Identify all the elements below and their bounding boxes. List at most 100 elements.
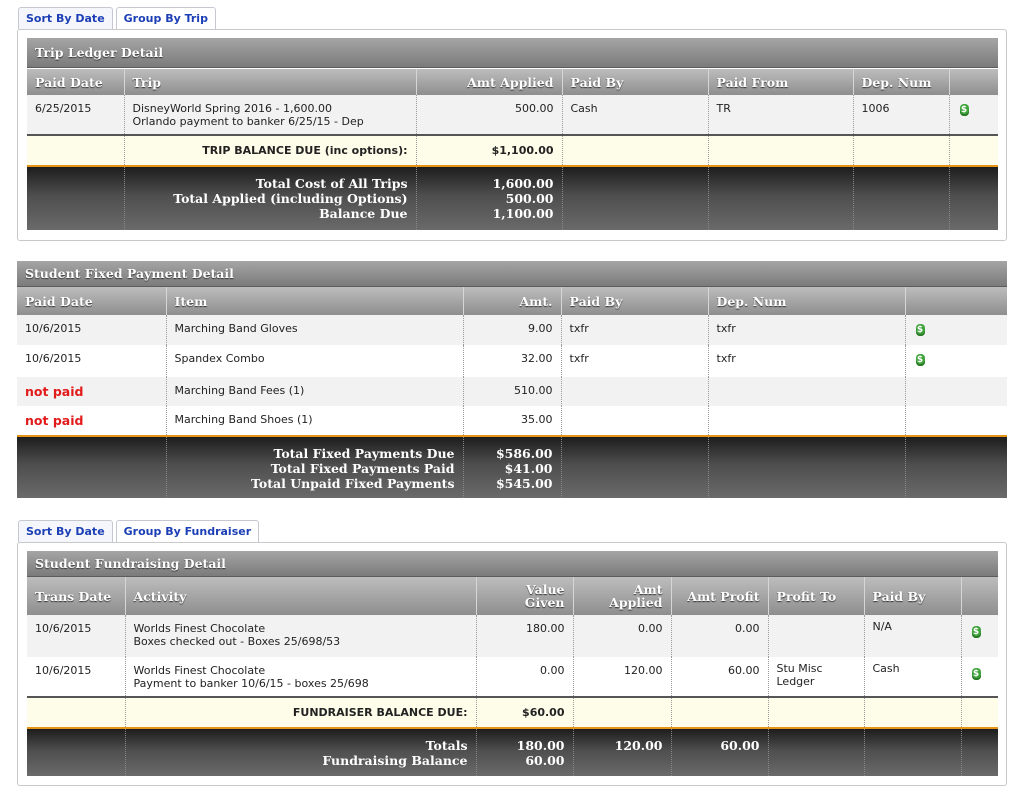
col-item[interactable]: Item: [166, 287, 464, 315]
fundraising-header: Trans Date Activity Value Given Amt Appl…: [27, 577, 998, 615]
activity-cell: Worlds Finest Chocolate Payment to banke…: [125, 657, 477, 697]
total-value-given: 180.00: [516, 738, 565, 753]
fixed-payment-table: Paid Date Item Amt. Paid By Dep. Num 10/…: [17, 287, 1007, 498]
amt-applied: 120.00: [573, 657, 672, 697]
col-dep-num[interactable]: Dep. Num: [853, 69, 950, 95]
tab-group-by-trip[interactable]: Group By Trip: [115, 7, 216, 31]
amt-profit: 60.00: [671, 657, 769, 697]
amt: 32.00: [463, 345, 562, 377]
col-paid-by[interactable]: Paid By: [562, 69, 709, 95]
activity-name: Worlds Finest Chocolate: [133, 622, 266, 635]
trip-note: Orlando payment to banker 6/25/15 - Dep: [132, 115, 364, 128]
col-value-given[interactable]: Value Given: [476, 577, 574, 615]
fundraising-balance-label: Fundraising Balance: [322, 753, 468, 768]
fundraiser-balance-value: $60.00: [476, 696, 574, 728]
col-paid-date[interactable]: Paid Date: [17, 287, 167, 315]
col-trip[interactable]: Trip: [124, 69, 417, 95]
money-icon[interactable]: $: [959, 104, 969, 116]
paid-from: TR: [708, 95, 854, 135]
col-amt[interactable]: Amt.: [463, 287, 562, 315]
fundraising-balance-value: 60.00: [525, 753, 565, 768]
col-amt-applied[interactable]: Amt Applied: [416, 69, 563, 95]
trip-ledger-title: Trip Ledger Detail: [27, 38, 998, 68]
trip-balance-value: $1,100.00: [416, 134, 563, 166]
col-paid-by[interactable]: Paid By: [864, 577, 962, 615]
amt: 9.00: [463, 315, 562, 345]
paid-date: not paid: [17, 377, 167, 406]
money-icon[interactable]: $: [915, 354, 925, 366]
fixed-payment-title: Student Fixed Payment Detail: [17, 261, 1007, 287]
fund-totals-applied: 120.00: [573, 727, 672, 776]
trip-balance-label: TRIP BALANCE DUE (inc options):: [124, 134, 417, 166]
table-row: 10/6/2015 Marching Band Gloves 9.00 txfr…: [17, 315, 1007, 345]
item: Marching Band Shoes (1): [166, 406, 464, 436]
tab-sort-by-date[interactable]: Sort By Date: [18, 520, 113, 542]
total-unpaid-label: Total Unpaid Fixed Payments: [251, 476, 455, 491]
fixed-totals-values: $586.00 $41.00 $545.00: [463, 435, 562, 498]
col-action: [949, 69, 998, 95]
paid-by: txfr: [561, 315, 709, 345]
table-row: 10/6/2015 Worlds Finest Chocolate Boxes …: [27, 615, 998, 657]
col-amt-applied[interactable]: Amt Applied: [573, 577, 672, 615]
col-value-given-line2: Given: [524, 595, 565, 610]
trip-totals-labels: Total Cost of All Trips Total Applied (i…: [124, 165, 417, 230]
col-profit-to[interactable]: Profit To: [768, 577, 865, 615]
trip-cell: DisneyWorld Spring 2016 - 1,600.00 Orlan…: [124, 95, 417, 135]
table-row: 6/25/2015 DisneyWorld Spring 2016 - 1,60…: [27, 95, 998, 135]
col-amt-profit[interactable]: Amt Profit: [671, 577, 769, 615]
balance-due-label: Balance Due: [319, 206, 408, 221]
dep-num: txfr: [708, 345, 906, 377]
col-dep-num[interactable]: Dep. Num: [708, 287, 906, 315]
total-cost-value: 1,600.00: [492, 176, 554, 191]
col-paid-from[interactable]: Paid From: [708, 69, 854, 95]
dep-num: 1006: [853, 95, 950, 135]
amt-applied: 500.00: [416, 95, 563, 135]
table-row: not paid Marching Band Shoes (1) 35.00: [17, 406, 1007, 436]
trip-ledger-header: Paid Date Trip Amt Applied Paid By Paid …: [27, 69, 998, 95]
total-due-value: $586.00: [495, 446, 553, 461]
col-trans-date[interactable]: Trans Date: [27, 577, 126, 615]
profit-to: [768, 615, 865, 657]
fundraiser-tabs: Sort By Date Group By Fundraiser: [18, 520, 262, 544]
activity-note: Payment to banker 10/6/15 - boxes 25/698: [133, 677, 369, 690]
col-paid-date[interactable]: Paid Date: [27, 69, 125, 95]
money-icon[interactable]: $: [971, 668, 981, 680]
not-paid-status: not paid: [25, 413, 84, 428]
value-given: 0.00: [476, 657, 574, 697]
item: Spandex Combo: [166, 345, 464, 377]
fundraiser-balance-row: FUNDRAISER BALANCE DUE: $60.00: [27, 696, 998, 728]
trip-totals-values: 1,600.00 500.00 1,100.00: [416, 165, 563, 230]
trans-date: 10/6/2015: [27, 657, 126, 697]
paid-date: 6/25/2015: [27, 95, 125, 135]
money-icon[interactable]: $: [915, 324, 925, 336]
total-paid-value: $41.00: [504, 461, 553, 476]
col-activity[interactable]: Activity: [125, 577, 477, 615]
fund-totals-value-given: 180.00 60.00: [476, 727, 574, 776]
table-row: 10/6/2015 Spandex Combo 32.00 txfr txfr …: [17, 345, 1007, 377]
trans-date: 10/6/2015: [27, 615, 126, 657]
table-row: 10/6/2015 Worlds Finest Chocolate Paymen…: [27, 657, 998, 697]
activity-note: Boxes checked out - Boxes 25/698/53: [133, 635, 341, 648]
tab-sort-by-date[interactable]: Sort By Date: [18, 7, 113, 29]
dep-num: txfr: [708, 315, 906, 345]
total-unpaid-value: $545.00: [495, 476, 553, 491]
fund-totals-profit: 60.00: [671, 727, 769, 776]
fixed-totals-row: Total Fixed Payments Due Total Fixed Pay…: [17, 435, 1007, 498]
total-applied-value: 500.00: [505, 191, 554, 206]
paid-by: N/A: [864, 615, 962, 657]
col-amt-applied-line2: Applied: [609, 595, 663, 610]
paid-by: [561, 406, 709, 436]
money-icon[interactable]: $: [971, 626, 981, 638]
money-icon-cell: $: [905, 345, 1007, 377]
fundraising-totals-row: Totals Fundraising Balance 180.00 60.00 …: [27, 727, 998, 776]
totals-label: Totals: [425, 738, 468, 753]
col-paid-by[interactable]: Paid By: [561, 287, 709, 315]
item: Marching Band Fees (1): [166, 377, 464, 406]
paid-by: txfr: [561, 345, 709, 377]
paid-date: 10/6/2015: [17, 315, 167, 345]
paid-date: not paid: [17, 406, 167, 436]
amt-profit: 0.00: [671, 615, 769, 657]
tab-group-by-fundraiser[interactable]: Group By Fundraiser: [115, 520, 260, 544]
activity-name: Worlds Finest Chocolate: [133, 664, 266, 677]
fundraiser-balance-label: FUNDRAISER BALANCE DUE:: [125, 696, 477, 728]
